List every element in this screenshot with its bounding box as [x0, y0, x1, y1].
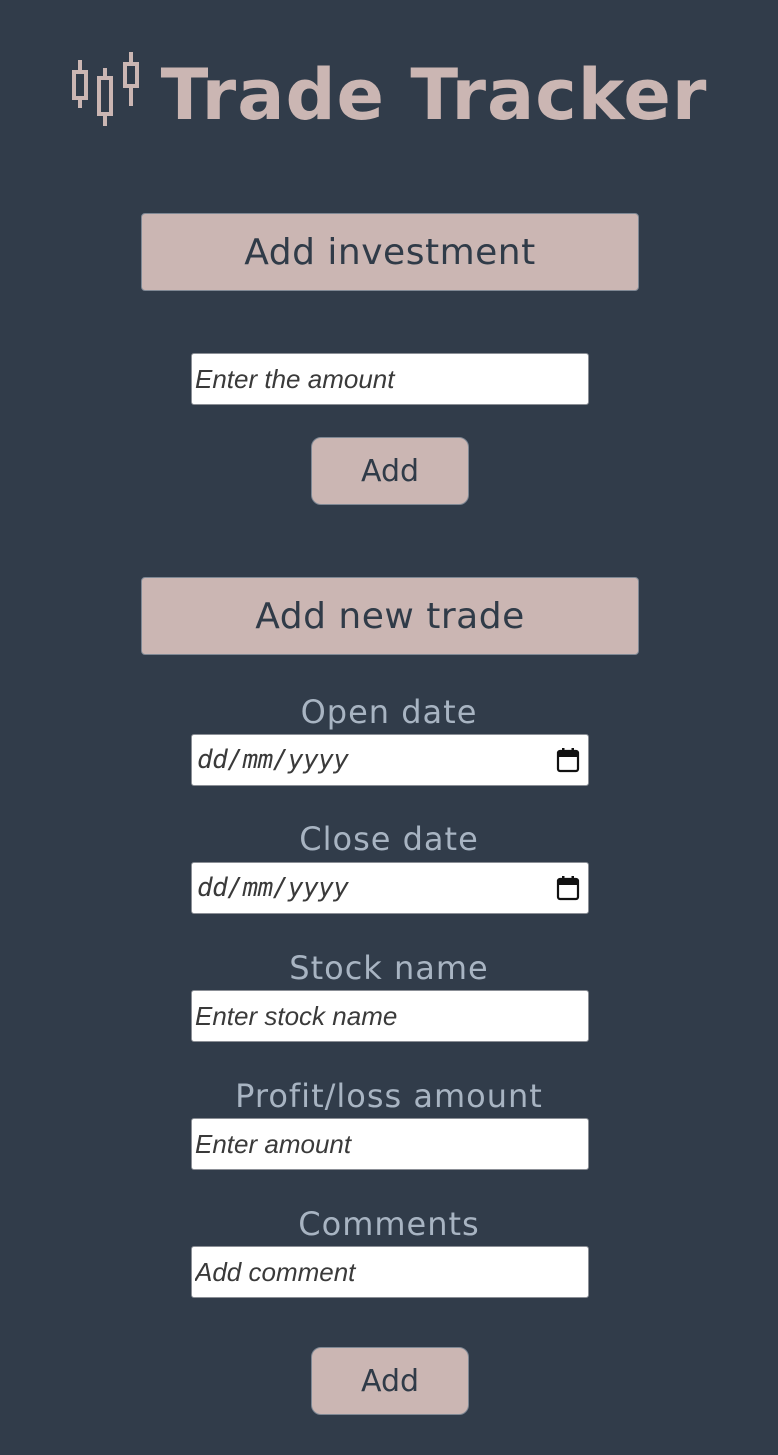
stock-name-input[interactable]	[191, 990, 589, 1042]
candlestick-chart-icon	[71, 52, 139, 126]
add-investment-header[interactable]: Add investment	[141, 213, 639, 291]
add-investment-button[interactable]: Add	[311, 437, 469, 505]
profit-loss-input[interactable]	[191, 1118, 589, 1170]
app-header: Trade Tracker	[0, 40, 778, 150]
close-date-input[interactable]: dd/mm/yyyy	[191, 862, 589, 914]
open-date-placeholder: dd/mm/yyyy	[197, 745, 349, 775]
open-date-label: Open date	[300, 693, 478, 731]
profit-loss-label: Profit/loss amount	[235, 1077, 543, 1115]
open-date-input[interactable]: dd/mm/yyyy	[191, 734, 589, 786]
investment-amount-input[interactable]	[191, 353, 589, 405]
calendar-icon[interactable]	[556, 875, 580, 901]
close-date-label: Close date	[299, 820, 479, 858]
add-new-trade-header[interactable]: Add new trade	[141, 577, 639, 655]
comments-input[interactable]	[191, 1246, 589, 1298]
add-trade-button[interactable]: Add	[311, 1347, 469, 1415]
app-title: Trade Tracker	[160, 54, 708, 136]
calendar-icon[interactable]	[556, 747, 580, 773]
close-date-placeholder: dd/mm/yyyy	[197, 873, 349, 903]
stock-name-label: Stock name	[289, 949, 489, 987]
comments-label: Comments	[298, 1205, 480, 1243]
